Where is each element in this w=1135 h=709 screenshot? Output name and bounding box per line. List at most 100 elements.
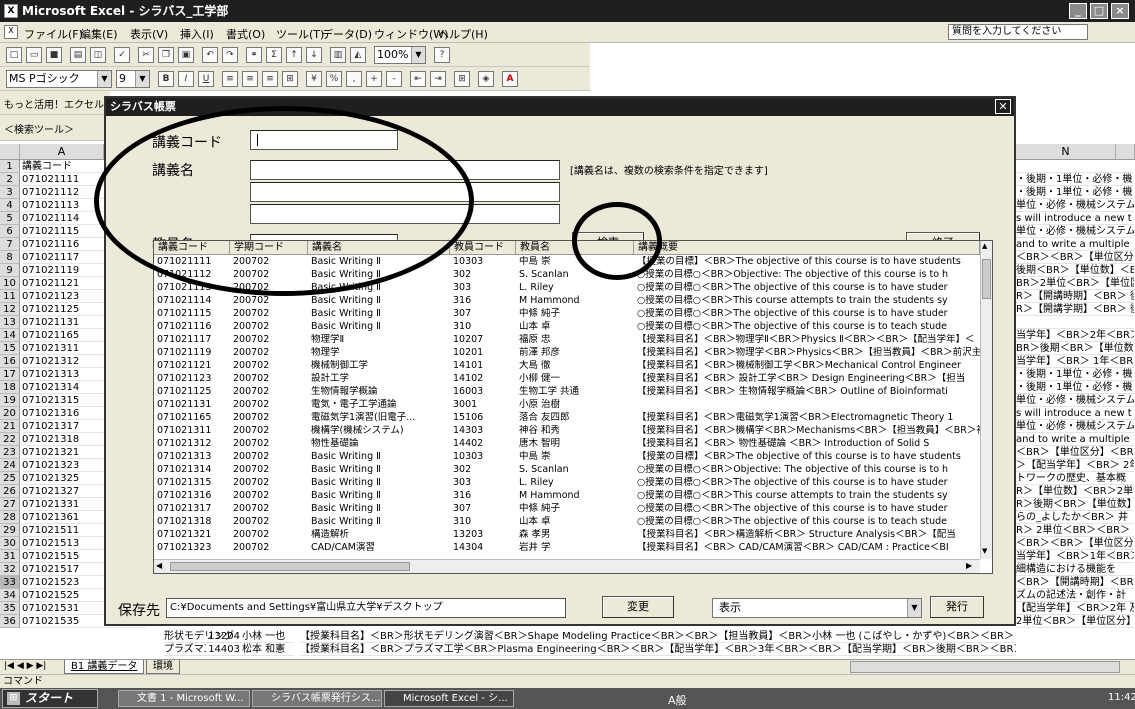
autosum-icon[interactable]: Σ [266, 47, 282, 63]
row-header[interactable]: 1 [0, 160, 20, 173]
increase-indent-icon[interactable]: ⇥ [430, 71, 446, 87]
decrease-indent-icon[interactable]: ⇤ [410, 71, 426, 87]
cell-summary-right[interactable]: 【配当学年】＜BR＞2年 及び [1016, 602, 1134, 615]
cell-course-code[interactable]: 071021361 [22, 511, 104, 524]
open-file-icon[interactable]: ▭ [26, 47, 42, 63]
cell-course-code[interactable]: 071021517 [22, 563, 104, 576]
cell-summary-right[interactable]: ＜BR＞【開講時期】＜BR [1016, 576, 1134, 589]
cell-summary-right[interactable]: R＞【単位数】＜BR＞2単位 [1016, 485, 1134, 498]
row-header[interactable]: 24 [0, 459, 20, 472]
align-right-icon[interactable]: ≡ [262, 71, 278, 87]
horizontal-scrollbar[interactable] [850, 661, 1120, 673]
cell-course-code[interactable]: 071021535 [22, 615, 104, 628]
cell-course-code[interactable]: 071021123 [22, 290, 104, 303]
row-header[interactable]: 23 [0, 446, 20, 459]
save-path-field[interactable]: C:¥Documents and Settings¥富山県立大学¥デスクトップ [166, 598, 566, 618]
list-row[interactable]: 071021123 200702 設計工学 14102 小柳 健一 【授業科目名】＜BR＞… [154, 373, 980, 385]
sort-desc-icon[interactable]: ↓ [306, 47, 322, 63]
hyperlink-icon[interactable]: ⚭ [246, 47, 262, 63]
cell-course-code[interactable]: 071021112 [22, 186, 104, 199]
column-header-o[interactable] [1116, 144, 1135, 160]
scroll-left-icon[interactable]: ◀ [156, 561, 162, 570]
search-tools-label[interactable]: ＜検索ツール＞ [4, 121, 74, 136]
cell-course-code[interactable]: 071021331 [22, 498, 104, 511]
cell-summary-right[interactable]: ＜BR＞＜BR＞【単位区分】 [1016, 251, 1134, 264]
new-file-icon[interactable]: □ [6, 47, 22, 63]
list-row[interactable]: 071021125 200702 生物情報学概論 16003 生物工学 共通 【授業科目名… [154, 386, 980, 398]
cell-course-code[interactable]: 071021321 [22, 446, 104, 459]
cell-course-code[interactable]: 071021327 [22, 485, 104, 498]
tab-scroll-arrows-icon[interactable]: |◀ ◀ ▶ ▶| [4, 661, 46, 671]
cut-icon[interactable]: ✂ [138, 47, 154, 63]
paste-icon[interactable]: ▣ [178, 47, 194, 63]
row-header[interactable]: 28 [0, 511, 20, 524]
italic-button[interactable]: I [178, 71, 194, 87]
row-header[interactable]: 13 [0, 316, 20, 329]
sheet-tab-lecture-data[interactable]: B1 講義データ [64, 660, 145, 674]
cell-summary-right[interactable]: ・後期・1単位・必修・機 [1016, 368, 1134, 381]
menu-format[interactable]: 書式(O) [226, 26, 265, 42]
row35-teacher-code[interactable]: 13204 [206, 630, 242, 643]
cell-summary-right[interactable]: BR＞2単位＜BR＞【単位区 [1016, 277, 1134, 290]
cell-course-code[interactable]: 071021313 [22, 368, 104, 381]
menu-edit[interactable]: 編集(E) [80, 26, 118, 42]
row35-summary[interactable]: 【授業科目名】＜BR＞形状モデリング演習＜BR＞Shape Modeling P… [300, 630, 1016, 643]
zoom-select[interactable]: 100% ▼ [374, 46, 426, 64]
copy-icon[interactable]: ❐ [158, 47, 174, 63]
list-row[interactable]: 071021317 200702 Basic Writing Ⅱ 307 中條 純子 ○授… [154, 503, 980, 515]
header-teacher-code[interactable]: 教員コード [450, 241, 516, 255]
cell-summary-right[interactable]: R＞後期＜BR＞【単位数】 [1016, 498, 1134, 511]
menu-help[interactable]: ヘルプ(H) [438, 26, 488, 42]
sort-asc-icon[interactable]: ↑ [286, 47, 302, 63]
menu-tools[interactable]: ツール(T) [276, 26, 324, 42]
task-syllabus[interactable]: シラバス帳票発行シス... [252, 690, 382, 707]
cell-summary-right[interactable]: 細構造における機能を [1016, 563, 1134, 576]
row-header[interactable]: 33 [0, 576, 20, 589]
row-header[interactable]: 26 [0, 485, 20, 498]
help-icon[interactable]: ? [434, 47, 450, 63]
cell-summary-right[interactable]: and to write a multiple [1016, 433, 1134, 446]
output-mode-select[interactable]: 表示 ▼ [712, 598, 922, 618]
list-row[interactable]: 071021314 200702 Basic Writing Ⅱ 302 S. Scan… [154, 464, 980, 476]
cell-summary-right[interactable]: ＜BR＞＜BR＞【単位区分】 [1016, 537, 1134, 550]
print-icon[interactable]: ▤ [70, 47, 86, 63]
start-button[interactable]: ⊞ スタート [2, 689, 98, 708]
list-row[interactable]: 071021112 200702 Basic Writing Ⅱ 302 S. Scan… [154, 269, 980, 281]
row-header[interactable]: 20 [0, 407, 20, 420]
list-row[interactable]: 071021117 200702 物理学Ⅱ 10207 福原 忠 【授業科目名】＜BR＞物… [154, 334, 980, 346]
ime-indicator[interactable]: A般 [668, 692, 687, 708]
cell-summary-right[interactable] [1016, 160, 1134, 173]
list-row[interactable]: 071021315 200702 Basic Writing Ⅱ 303 L. Rile… [154, 477, 980, 489]
column-header-a[interactable]: A [20, 144, 104, 160]
row-header[interactable]: 29 [0, 524, 20, 537]
row-header[interactable]: 8 [0, 251, 20, 264]
row-header[interactable]: 7 [0, 238, 20, 251]
row-header[interactable]: 9 [0, 264, 20, 277]
row-header[interactable]: 31 [0, 550, 20, 563]
list-row[interactable]: 071021115 200702 Basic Writing Ⅱ 307 中條 純子 ○授… [154, 308, 980, 320]
cell-course-code[interactable]: 071021525 [22, 589, 104, 602]
scroll-right-icon[interactable]: ▶ [966, 561, 972, 570]
cell-summary-right[interactable] [1016, 316, 1134, 329]
borders-icon[interactable]: ⊞ [454, 71, 470, 87]
decrease-decimal-icon[interactable]: - [386, 71, 402, 87]
cell-summary-right[interactable]: and to write a multiple [1016, 238, 1134, 251]
cell-summary-right[interactable]: トワークの歴史、基本概 [1016, 472, 1134, 485]
row36-teacher[interactable]: 松本 和憲 [242, 643, 294, 656]
list-row[interactable]: 071021311 200702 機構学(機械システム) 14303 神谷 和秀 【授業科… [154, 425, 980, 437]
cell-course-code[interactable]: 071021325 [22, 472, 104, 485]
maximize-button[interactable]: □ [1090, 3, 1108, 19]
cell-summary-right[interactable]: 単位・必修・機械システム [1016, 394, 1134, 407]
cell-course-code[interactable]: 071021515 [22, 550, 104, 563]
row-header[interactable]: 32 [0, 563, 20, 576]
row-header[interactable]: 19 [0, 394, 20, 407]
minimize-button[interactable]: _ [1069, 3, 1087, 19]
task-excel[interactable]: Microsoft Excel - シ... [384, 690, 514, 707]
cell-course-code[interactable]: 071021317 [22, 420, 104, 433]
row-header[interactable]: 18 [0, 381, 20, 394]
align-left-icon[interactable]: ≡ [222, 71, 238, 87]
list-row[interactable]: 071021312 200702 物性基礎論 14402 唐木 智明 【授業科目名】＜BR… [154, 438, 980, 450]
header-summary[interactable]: 講義概要 [634, 241, 980, 255]
row-header[interactable]: 14 [0, 329, 20, 342]
row35-teacher[interactable]: 小林 一也 [242, 630, 294, 643]
